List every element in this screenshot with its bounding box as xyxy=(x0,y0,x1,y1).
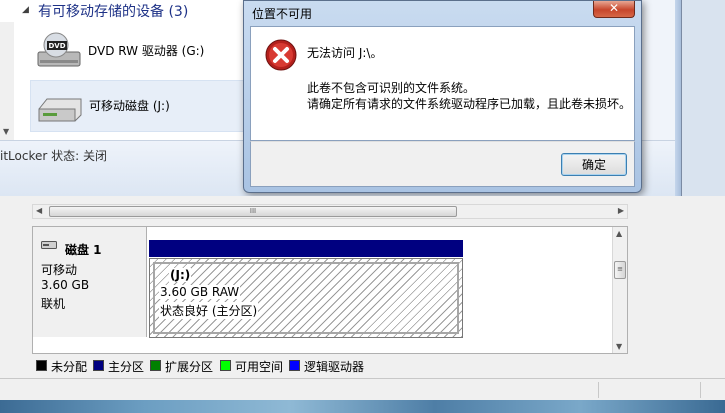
disk-status: 联机 xyxy=(41,297,66,311)
svg-text:DVD: DVD xyxy=(48,42,65,50)
vertical-scroll-thumb[interactable]: ≡ xyxy=(614,261,626,279)
partition-j[interactable]: (J:) 3.60 GB RAW 状态良好 (主分区) xyxy=(149,258,463,338)
legend-swatch xyxy=(289,360,300,371)
close-button[interactable]: ✕ xyxy=(593,1,635,18)
ok-button[interactable]: 确定 xyxy=(561,153,627,176)
vertical-scrollbar[interactable]: ▲ ≡ ▼ xyxy=(612,227,627,353)
legend: 未分配 主分区 扩展分区 可用空间 逻辑驱动器 xyxy=(36,358,636,374)
dialog-content: 无法访问 J:\。 此卷不包含可识别的文件系统。 请确定所有请求的文件系统驱动程… xyxy=(250,26,635,141)
legend-label: 逻辑驱动器 xyxy=(304,360,365,374)
legend-swatch xyxy=(150,360,161,371)
horizontal-scrollbar[interactable]: ◀ III ▶ xyxy=(32,204,628,219)
disk-graphical-view: 磁盘 1 可移动 3.60 GB 联机 (J:) 3.60 GB RAW 状态良… xyxy=(32,226,628,354)
dvd-drive-icon: DVD xyxy=(37,32,81,67)
desktop-taskbar xyxy=(0,400,725,413)
error-icon xyxy=(265,39,297,71)
scroll-up-arrow-icon[interactable]: ▲ xyxy=(616,229,622,238)
partition-status: 状态良好 (主分区) xyxy=(159,302,259,319)
partition-selection-border: (J:) 3.60 GB RAW 状态良好 (主分区) xyxy=(153,262,459,334)
devices-section-header[interactable]: ◢ 有可移动存储的设备 (3) xyxy=(0,0,250,22)
legend-label: 可用空间 xyxy=(235,360,284,374)
drive-item-removable[interactable]: 可移动磁盘 (J:) xyxy=(30,80,245,132)
device-list: DVD DVD RW 驱动器 (G:) 可移动磁盘 (J:) xyxy=(0,22,250,140)
window-frame xyxy=(675,0,681,196)
collapse-chevron-icon[interactable]: ◢ xyxy=(22,5,29,15)
disk-type: 可移动 xyxy=(41,263,78,277)
location-unavailable-dialog: 位置不可用 ✕ 无法访问 J:\。 此卷不包含可识别的文件系统。 请确定所有请求… xyxy=(243,0,642,193)
drive-label-removable: 可移动磁盘 (J:) xyxy=(89,99,170,113)
disk-size: 3.60 GB xyxy=(41,278,90,292)
disk-label-panel[interactable]: 磁盘 1 可移动 3.60 GB 联机 xyxy=(33,227,147,337)
removable-disk-icon xyxy=(38,98,82,122)
dialog-footer: 确定 xyxy=(250,141,635,187)
legend-label: 主分区 xyxy=(108,360,145,374)
scroll-right-arrow-icon[interactable]: ▶ xyxy=(618,206,624,215)
scroll-down-arrow-icon[interactable]: ▼ xyxy=(616,342,622,351)
partition-size-fs: 3.60 GB RAW xyxy=(159,285,241,299)
disk-name: 磁盘 1 xyxy=(65,243,102,257)
error-message-line2: 请确定所有请求的文件系统驱动程序已加载，且此卷未损坏。 xyxy=(307,97,632,111)
partition-letter: (J:) xyxy=(169,268,192,282)
explorer-vertical-scrollbar[interactable]: ▼ xyxy=(0,22,14,140)
error-message-line1: 此卷不包含可识别的文件系统。 xyxy=(307,81,476,95)
dialog-title: 位置不可用 xyxy=(252,7,313,21)
legend-swatch xyxy=(36,360,47,371)
legend-swatch xyxy=(220,360,231,371)
horizontal-scroll-thumb[interactable]: III xyxy=(49,206,457,217)
legend-label: 扩展分区 xyxy=(165,360,214,374)
status-separator xyxy=(700,382,701,398)
legend-label: 未分配 xyxy=(51,360,88,374)
drive-label-dvd: DVD RW 驱动器 (G:) xyxy=(88,44,205,58)
disk-management-pane: ◀ III ▶ 磁盘 1 可移动 3.60 GB 联机 (J:) 3.60 GB… xyxy=(0,196,725,378)
status-bar xyxy=(0,378,725,400)
legend-swatch xyxy=(93,360,104,371)
status-separator xyxy=(598,382,599,398)
scroll-down-arrow-icon[interactable]: ▼ xyxy=(3,127,9,136)
bitlocker-status-text: itLocker 状态: 关闭 xyxy=(0,149,107,163)
disk-icon xyxy=(41,241,57,249)
scroll-left-arrow-icon[interactable]: ◀ xyxy=(36,206,42,215)
primary-partition-header xyxy=(149,240,463,257)
error-message-title: 无法访问 J:\。 xyxy=(307,46,383,60)
devices-section-title: 有可移动存储的设备 (3) xyxy=(38,4,189,20)
drive-item-dvd[interactable]: DVD DVD RW 驱动器 (G:) xyxy=(30,26,245,78)
